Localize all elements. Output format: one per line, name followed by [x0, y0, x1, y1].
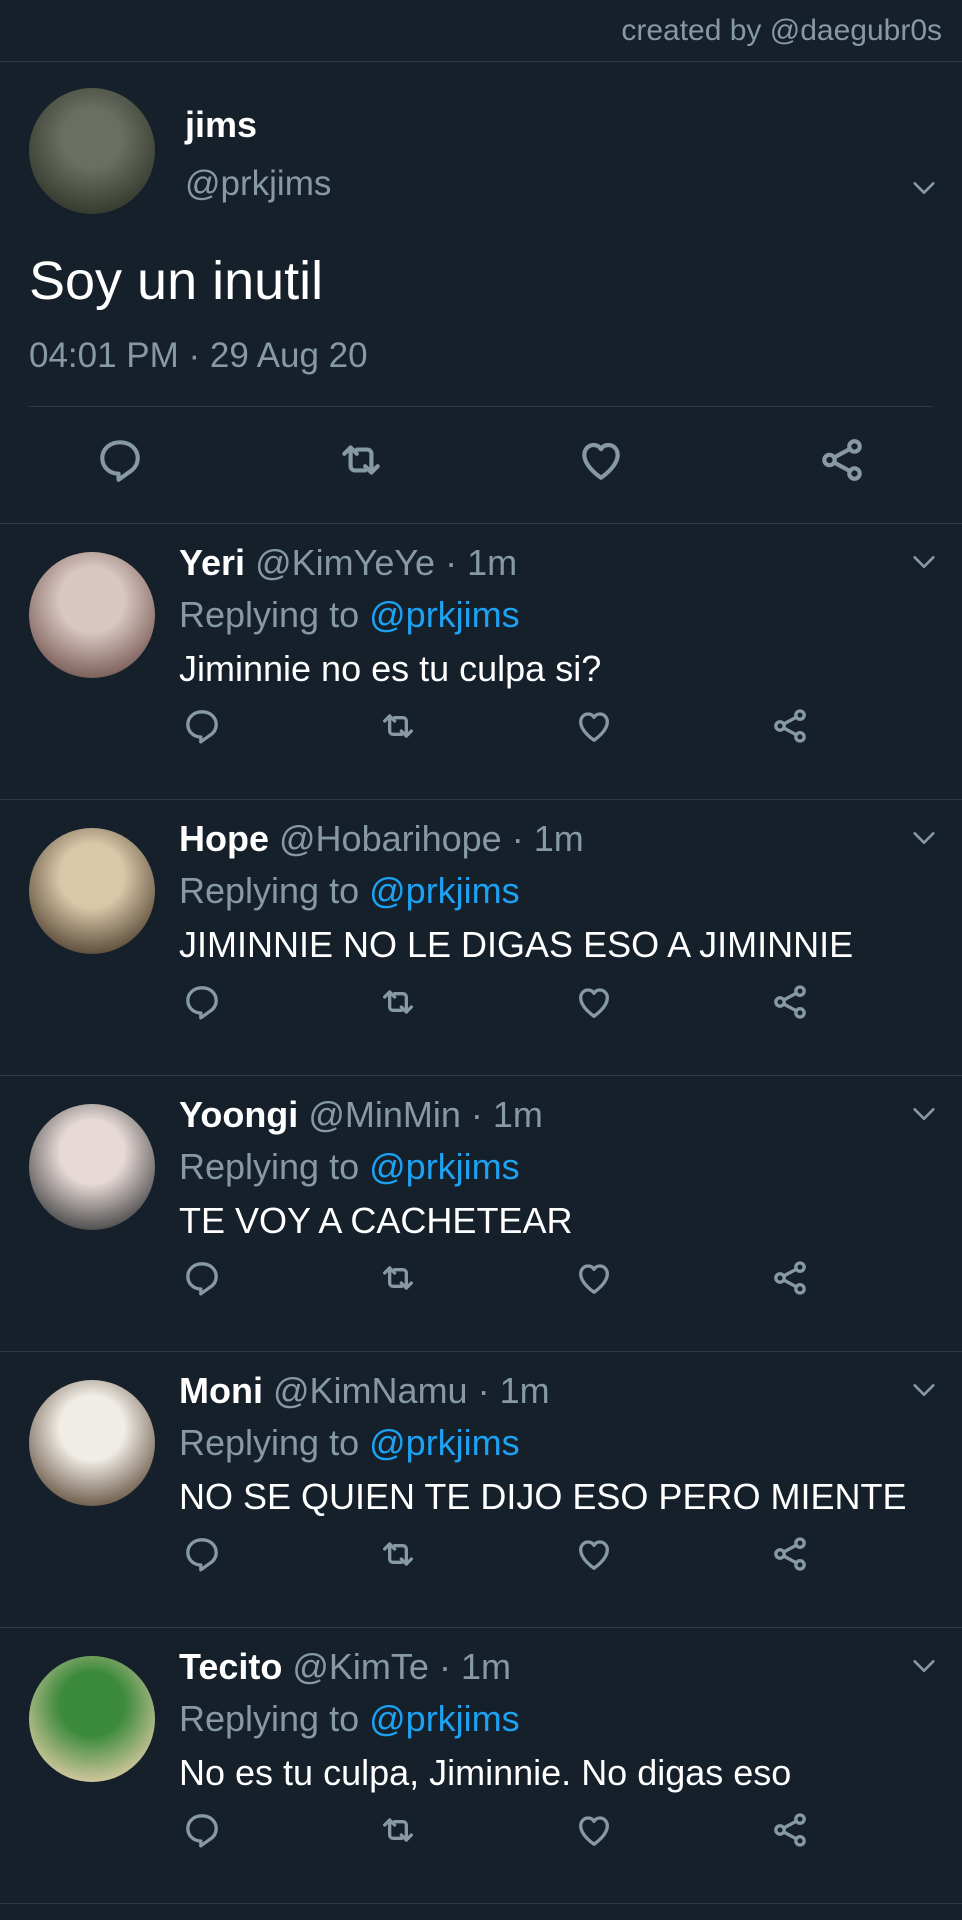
replying-to: Replying to @prkjims: [179, 1698, 942, 1740]
replying-to: Replying to @prkjims: [179, 870, 942, 912]
reply-text: NO SE QUIEN TE DIJO ESO PERO MIENTE: [179, 1476, 907, 1517]
avatar[interactable]: [29, 1380, 155, 1506]
reply-tweet[interactable]: Yeri @KimYeYe · 1m Replying to @prkjims …: [0, 524, 962, 800]
author-handle[interactable]: @KimYeYe: [255, 542, 435, 583]
chevron-down-icon[interactable]: [910, 174, 938, 202]
reply-tweet[interactable]: Tecito @KimTe · 1m Replying to @prkjims …: [0, 1628, 962, 1904]
reply-actions: [182, 1534, 822, 1574]
reply-actions: [182, 982, 822, 1022]
main-tweet: jims @prkjims Soy un inutil 04:01 PM · 2…: [0, 62, 962, 524]
author-name[interactable]: jims: [185, 104, 331, 146]
credit-text: created by @daegubr0s: [621, 13, 942, 47]
share-icon[interactable]: [770, 1810, 810, 1850]
reply-icon[interactable]: [182, 982, 222, 1022]
author-handle[interactable]: @prkjims: [185, 164, 331, 204]
replying-to-label: Replying to: [179, 1146, 360, 1187]
like-icon[interactable]: [574, 1258, 614, 1298]
reply-time: · 1m: [477, 1370, 550, 1411]
reply-time: · 1m: [438, 1646, 511, 1687]
author-name[interactable]: Tecito: [179, 1646, 282, 1687]
author-handle[interactable]: @KimNamu: [273, 1370, 468, 1411]
author-handle[interactable]: @Hobarihope: [279, 818, 502, 859]
share-icon[interactable]: [770, 706, 810, 746]
avatar[interactable]: [29, 88, 155, 214]
mention-link[interactable]: @prkjims: [369, 1698, 520, 1739]
retweet-icon[interactable]: [378, 982, 418, 1022]
like-icon[interactable]: [574, 1534, 614, 1574]
replies-list: Yeri @KimYeYe · 1m Replying to @prkjims …: [0, 524, 962, 1904]
replying-to-label: Replying to: [179, 594, 360, 635]
reply-header: Yeri @KimYeYe · 1m: [179, 542, 942, 584]
reply-actions: [182, 1258, 822, 1298]
reply-header: Hope @Hobarihope · 1m: [179, 818, 942, 860]
mention-link[interactable]: @prkjims: [369, 1422, 520, 1463]
reply-header: Moni @KimNamu · 1m: [179, 1370, 942, 1412]
reply-time: · 1m: [470, 1094, 543, 1135]
author-name[interactable]: Moni: [179, 1370, 263, 1411]
retweet-icon[interactable]: [336, 435, 386, 485]
reply-header: Yoongi @MinMin · 1m: [179, 1094, 942, 1136]
author-handle[interactable]: @KimTe: [292, 1646, 429, 1687]
avatar[interactable]: [29, 1656, 155, 1782]
reply-icon[interactable]: [95, 435, 145, 485]
reply-time: · 1m: [511, 818, 584, 859]
credit-bar: created by @daegubr0s: [0, 0, 962, 62]
reply-icon[interactable]: [182, 706, 222, 746]
reply-text: No es tu culpa, Jiminnie. No digas eso: [179, 1752, 792, 1793]
avatar[interactable]: [29, 828, 155, 954]
reply-header: Tecito @KimTe · 1m: [179, 1646, 942, 1688]
reply-actions: [182, 1810, 822, 1850]
retweet-icon[interactable]: [378, 1258, 418, 1298]
retweet-icon[interactable]: [378, 1534, 418, 1574]
tweet-text: Soy un inutil: [29, 251, 324, 311]
share-icon[interactable]: [770, 982, 810, 1022]
avatar[interactable]: [29, 1104, 155, 1230]
share-icon[interactable]: [770, 1258, 810, 1298]
reply-tweet[interactable]: Hope @Hobarihope · 1m Replying to @prkji…: [0, 800, 962, 1076]
share-icon[interactable]: [770, 1534, 810, 1574]
retweet-icon[interactable]: [378, 706, 418, 746]
replying-to: Replying to @prkjims: [179, 594, 942, 636]
like-icon[interactable]: [576, 435, 626, 485]
replying-to-label: Replying to: [179, 1698, 360, 1739]
reply-time: · 1m: [445, 542, 518, 583]
retweet-icon[interactable]: [378, 1810, 418, 1850]
reply-text: TE VOY A CACHETEAR: [179, 1200, 573, 1241]
author-name[interactable]: Yoongi: [179, 1094, 298, 1135]
reply-tweet[interactable]: Yoongi @MinMin · 1m Replying to @prkjims…: [0, 1076, 962, 1352]
reply-text: Jiminnie no es tu culpa si?: [179, 648, 602, 689]
like-icon[interactable]: [574, 706, 614, 746]
divider: [29, 406, 933, 407]
tweet-timestamp: 04:01 PM · 29 Aug 20: [29, 336, 368, 375]
mention-link[interactable]: @prkjims: [369, 1146, 520, 1187]
reply-text: JIMINNIE NO LE DIGAS ESO A JIMINNIE: [179, 924, 854, 965]
share-icon[interactable]: [817, 435, 867, 485]
like-icon[interactable]: [574, 982, 614, 1022]
reply-actions: [182, 706, 822, 746]
reply-icon[interactable]: [182, 1534, 222, 1574]
replying-to-label: Replying to: [179, 1422, 360, 1463]
replying-to: Replying to @prkjims: [179, 1422, 942, 1464]
tweet-actions: [29, 435, 933, 485]
reply-tweet[interactable]: Moni @KimNamu · 1m Replying to @prkjims …: [0, 1352, 962, 1628]
mention-link[interactable]: @prkjims: [369, 870, 520, 911]
avatar[interactable]: [29, 552, 155, 678]
author-name[interactable]: Hope: [179, 818, 269, 859]
author-handle[interactable]: @MinMin: [308, 1094, 461, 1135]
author-name[interactable]: Yeri: [179, 542, 245, 583]
reply-icon[interactable]: [182, 1258, 222, 1298]
like-icon[interactable]: [574, 1810, 614, 1850]
replying-to-label: Replying to: [179, 870, 360, 911]
mention-link[interactable]: @prkjims: [369, 594, 520, 635]
replying-to: Replying to @prkjims: [179, 1146, 942, 1188]
reply-icon[interactable]: [182, 1810, 222, 1850]
